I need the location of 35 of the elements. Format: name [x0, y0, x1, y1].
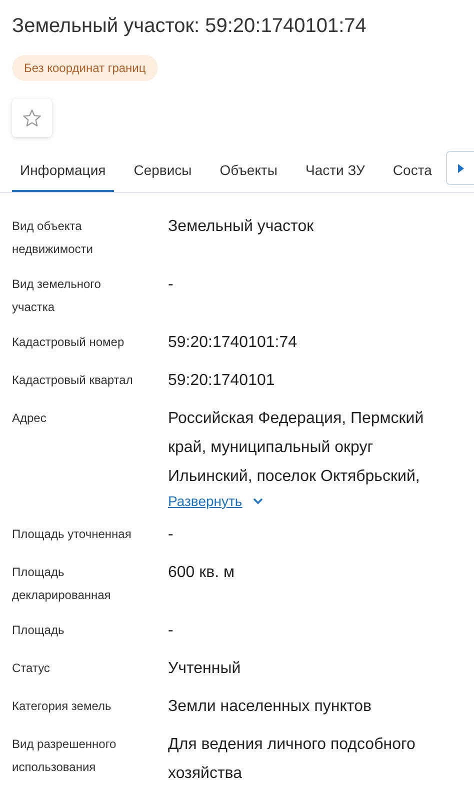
page-title: Земельный участок: 59:20:1740101:74 — [11, 14, 368, 39]
field-value: - — [168, 275, 174, 295]
field-label: Площадь декларированная — [12, 564, 112, 604]
status-badge: Без координат границ — [12, 55, 158, 81]
field-value: Земельный участок — [168, 217, 315, 237]
field-value: Земли населенных пунктов — [168, 697, 372, 717]
field-label: Вид объекта недвижимости — [12, 218, 94, 258]
tab[interactable]: Соста — [384, 155, 440, 192]
field-label: Кадастровый номер — [12, 334, 126, 351]
field-label: Площадь — [12, 622, 66, 639]
field-value: Российская Федерация, Пермский край, муниципальный округ Ильинский, поселок Октябрьский, — [168, 409, 425, 487]
star-icon — [22, 108, 42, 128]
field-value: Учтенный — [168, 659, 242, 679]
field-label: Кадастровый квартал — [12, 372, 134, 389]
field-label: Площадь уточненная — [12, 526, 132, 543]
field-label: Категория земель — [12, 698, 112, 715]
tab[interactable]: Объекты — [212, 155, 286, 192]
field-value: Для ведения личного подсобного хозяйства — [168, 735, 416, 784]
field-label: Вид земельного участка — [12, 276, 102, 316]
caret-right-icon — [458, 164, 464, 172]
tab[interactable]: Части ЗУ — [297, 155, 373, 192]
chevron-down-icon — [252, 497, 264, 505]
field-value: - — [168, 621, 174, 641]
favorite-button[interactable] — [12, 99, 52, 137]
field-value: 600 кв. м — [168, 563, 236, 583]
field-value: 59:20:1740101 — [168, 371, 276, 391]
tab[interactable]: Информация — [12, 155, 114, 192]
field-value: - — [168, 525, 174, 545]
field-label: Вид разрешенного использования — [12, 736, 118, 776]
scroll-right-button[interactable] — [446, 151, 474, 185]
tab[interactable]: Сервисы — [126, 155, 200, 192]
field-label: Адрес — [12, 410, 48, 427]
expand-link[interactable]: Развернуть — [168, 491, 264, 511]
field-value: 59:20:1740101:74 — [168, 333, 298, 353]
field-label: Статус — [12, 660, 51, 677]
